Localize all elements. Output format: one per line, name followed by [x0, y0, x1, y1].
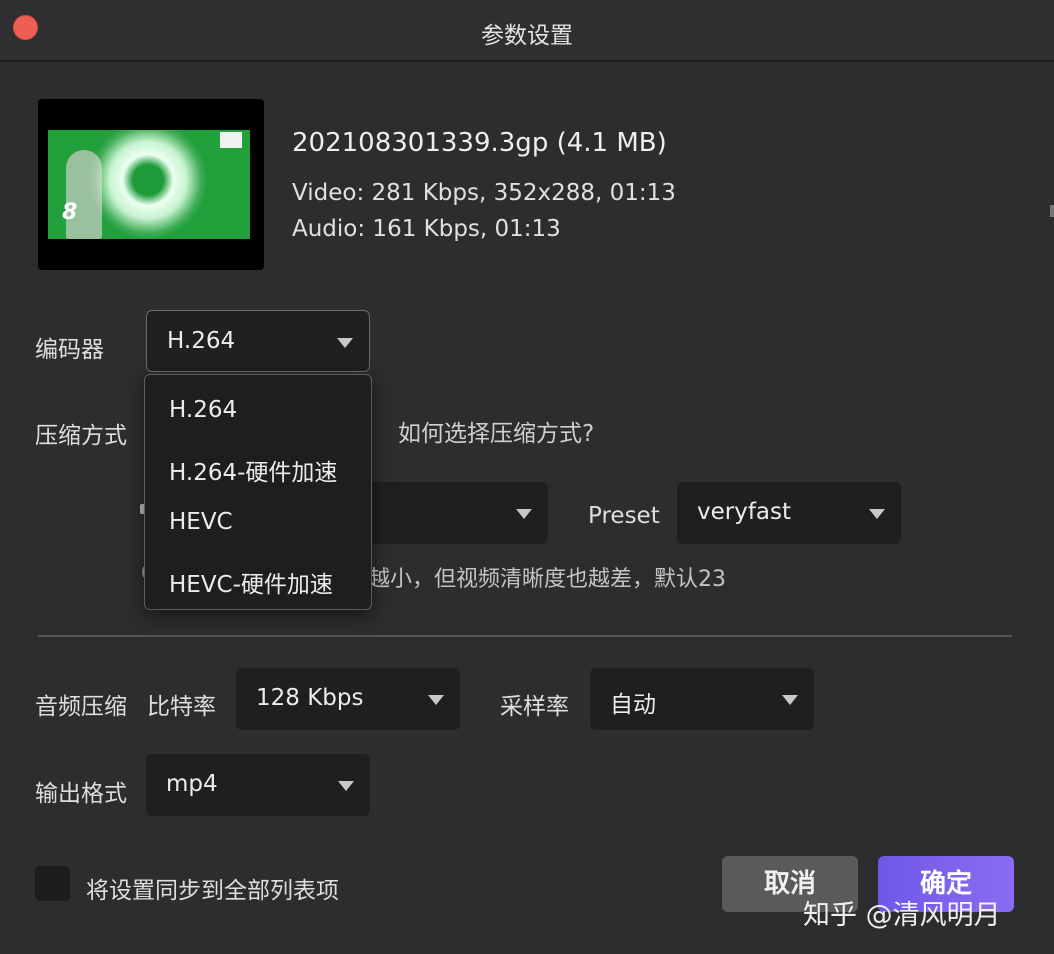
encoder-option-h264[interactable]: H.264	[169, 397, 237, 423]
section-divider	[38, 635, 1012, 637]
output-label: 输出格式	[35, 781, 127, 807]
bitrate-value: 128 Kbps	[256, 685, 364, 711]
video-thumbnail: 8	[38, 99, 264, 270]
compression-label: 压缩方式	[35, 423, 127, 449]
encoder-option-hevc-hw[interactable]: HEVC-硬件加速	[169, 565, 333, 599]
output-format-select[interactable]: mp4	[146, 754, 370, 816]
thumbnail-burst	[88, 130, 208, 239]
bitrate-select[interactable]: 128 Kbps	[236, 668, 460, 730]
samplerate-value: 自动	[610, 692, 656, 718]
preset-value: veryfast	[697, 499, 792, 525]
chevron-down-icon	[516, 509, 532, 519]
chevron-down-icon	[338, 781, 354, 791]
compression-help-link[interactable]: 如何选择压缩方式?	[398, 414, 594, 448]
dialog-title: 参数设置	[481, 23, 573, 49]
encoder-label: 编码器	[35, 337, 104, 363]
thumbnail-number: 8	[62, 200, 78, 225]
encoder-dropdown-menu: H.264 H.264-硬件加速 HEVC HEVC-硬件加速	[144, 374, 372, 610]
sync-checkbox[interactable]	[35, 866, 70, 901]
compression-hint: 越小，但视频清晰度也越差，默认23	[368, 567, 726, 592]
chevron-down-icon	[869, 509, 885, 519]
encoder-option-h264-hw[interactable]: H.264-硬件加速	[169, 453, 337, 487]
bitrate-label: 比特率	[147, 694, 216, 720]
audio-info: Audio: 161 Kbps, 01:13	[292, 216, 561, 242]
thumbnail-frame: 8	[48, 130, 250, 239]
window-edge-mark	[1050, 205, 1054, 217]
encoder-select[interactable]: H.264	[146, 310, 370, 372]
title-bar: 参数设置	[0, 0, 1054, 62]
chevron-down-icon	[337, 338, 353, 348]
video-info: Video: 281 Kbps, 352x288, 01:13	[292, 180, 676, 206]
preset-select[interactable]: veryfast	[677, 482, 901, 544]
encoder-option-hevc[interactable]: HEVC	[169, 509, 233, 535]
sync-label: 将设置同步到全部列表项	[86, 878, 339, 904]
preset-label: Preset	[588, 503, 660, 529]
chevron-down-icon	[428, 695, 444, 705]
samplerate-label: 采样率	[500, 694, 569, 720]
output-format-value: mp4	[166, 771, 218, 797]
file-name-size: 202108301339.3gp (4.1 MB)	[292, 128, 667, 158]
audio-label: 音频压缩	[35, 694, 127, 720]
thumbnail-logo	[220, 132, 242, 148]
watermark: 知乎 @清风明月	[803, 900, 1001, 931]
chevron-down-icon	[782, 695, 798, 705]
settings-dialog: 参数设置 8 202108301339.3gp (4.1 MB) Video: …	[0, 0, 1054, 954]
encoder-value: H.264	[167, 328, 236, 354]
samplerate-select[interactable]: 自动	[590, 668, 814, 730]
